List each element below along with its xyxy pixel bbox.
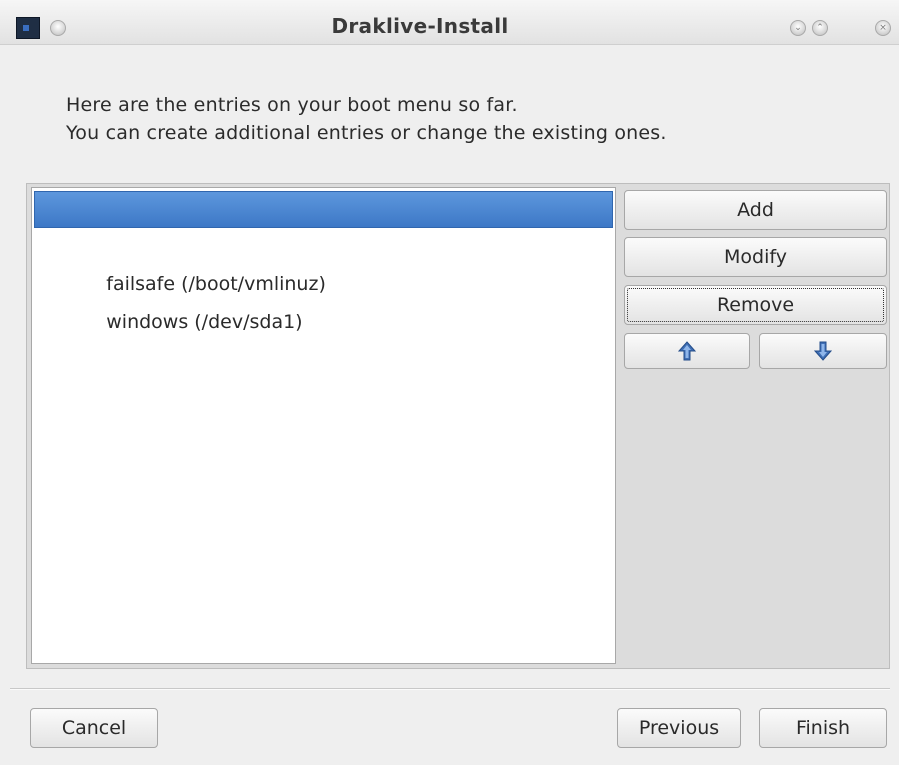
list-item[interactable]: failsafe (/boot/vmlinuz): [34, 229, 613, 295]
move-up-button[interactable]: [624, 333, 750, 369]
draklive-install-window: Draklive-Install ⌄ ⌃ × Here are the entr…: [0, 0, 899, 765]
maximize-button[interactable]: ⌃: [812, 20, 828, 36]
list-item[interactable]: * linux (/boot/vmlinuz): [34, 191, 613, 258]
cancel-button[interactable]: Cancel: [30, 708, 158, 748]
move-down-button[interactable]: [759, 333, 887, 369]
close-button[interactable]: ×: [875, 20, 891, 36]
list-item-label: windows (/dev/sda1): [106, 311, 303, 333]
remove-button-label: Remove: [716, 294, 795, 316]
previous-button[interactable]: Previous: [617, 708, 741, 748]
boot-entries-list[interactable]: * linux (/boot/vmlinuz) failsafe (/boot/v…: [31, 187, 616, 664]
chevron-down-icon: ⌄: [794, 23, 802, 33]
footer-separator: [10, 688, 890, 690]
list-item[interactable]: windows (/dev/sda1): [34, 267, 613, 333]
finish-button[interactable]: Finish: [759, 708, 887, 748]
intro-line-1: Here are the entries on your boot menu s…: [66, 94, 518, 116]
remove-button[interactable]: Remove: [624, 285, 887, 325]
add-button[interactable]: Add: [624, 190, 887, 230]
intro-line-2: You can create additional entries or cha…: [66, 122, 667, 144]
title-bar[interactable]: Draklive-Install ⌄ ⌃ ×: [0, 0, 899, 45]
chevron-up-icon: ⌃: [816, 23, 824, 33]
minimize-button[interactable]: ⌄: [790, 20, 806, 36]
arrow-down-icon: [814, 341, 832, 361]
intro-text: Here are the entries on your boot menu s…: [66, 91, 667, 147]
window-title: Draklive-Install: [331, 14, 509, 38]
close-icon: ×: [879, 23, 887, 33]
arrow-up-icon: [678, 341, 696, 361]
modify-button[interactable]: Modify: [624, 237, 887, 277]
